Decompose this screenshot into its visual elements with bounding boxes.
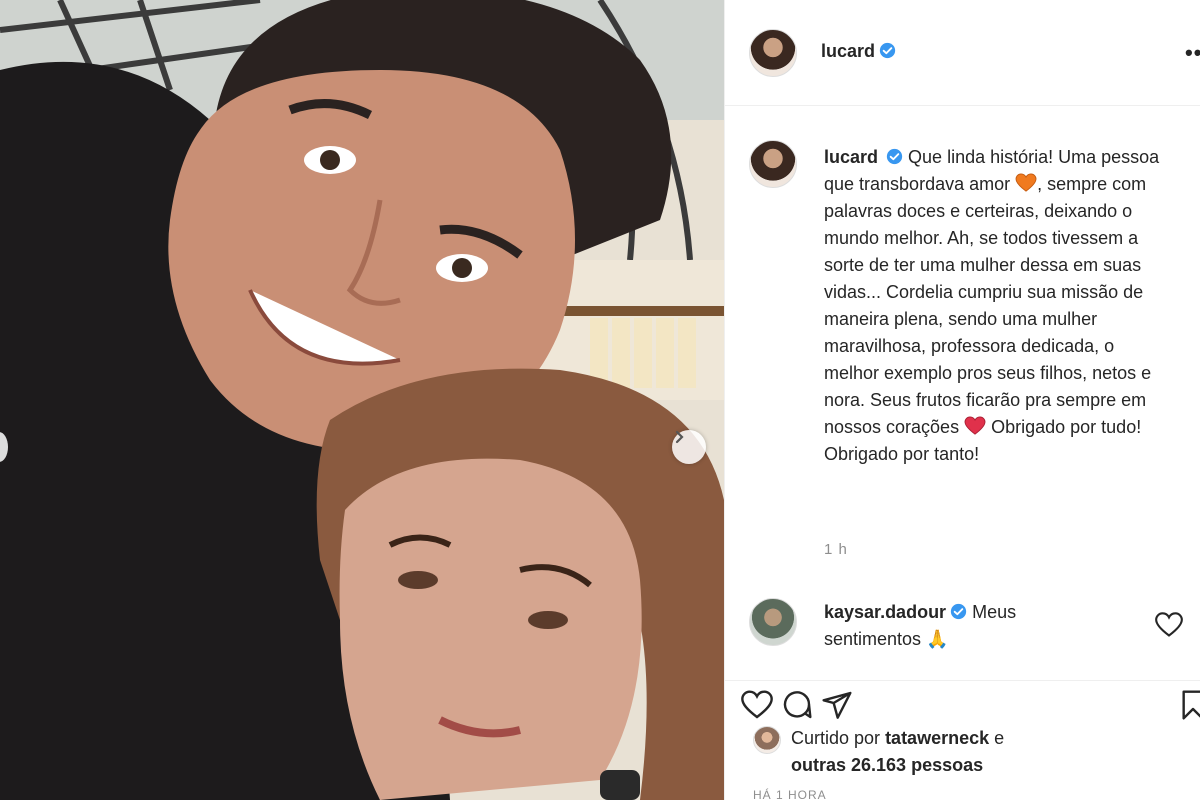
carousel-next-button[interactable] [672, 430, 706, 464]
likes-others-link[interactable]: outras 26.163 pessoas [791, 755, 983, 775]
posted-date[interactable]: HÁ 1 HORA [753, 788, 827, 800]
verified-badge-icon [879, 42, 896, 59]
pray-emoji-icon: 🙏 [926, 629, 949, 649]
comment-text: kaysar.dadour Meus sentimentos 🙏 [824, 599, 1104, 653]
liker-username[interactable]: tatawerneck [885, 728, 989, 748]
likes-line1: Curtido por tatawerneck e [791, 725, 1004, 752]
caption-author-avatar[interactable] [749, 140, 797, 188]
comment-icon[interactable] [781, 689, 813, 721]
send-icon[interactable] [821, 689, 853, 721]
post-header: lucard ••• [725, 0, 1200, 106]
author-avatar[interactable] [749, 29, 797, 77]
verified-badge-icon [886, 148, 903, 165]
caption-text-part2: , sempre com palavras doces e certeiras,… [824, 174, 1152, 437]
likes-conjunction: e [994, 728, 1005, 748]
bookmark-icon[interactable] [1177, 689, 1200, 721]
caption-username[interactable]: lucard [824, 147, 878, 167]
commenter-avatar[interactable] [749, 598, 797, 646]
post-actions-bar: Curtido por tatawerneck e outras 26.163 … [725, 680, 1200, 800]
comment-item: kaysar.dadour Meus sentimentos 🙏 [725, 596, 1200, 680]
post-side-panel: lucard ••• lucard Que linda história! Um… [724, 0, 1200, 800]
red-heart-icon [964, 416, 986, 435]
orange-heart-icon [1015, 173, 1037, 192]
post-photo[interactable] [0, 0, 724, 800]
liker-avatar[interactable] [753, 726, 781, 754]
caption-time-ago[interactable]: 1 h [824, 541, 848, 558]
likes-prefix: Curtido por [791, 728, 881, 748]
more-horizontal-icon[interactable]: ••• [1185, 40, 1200, 66]
verified-badge-icon [950, 603, 967, 620]
comment-username[interactable]: kaysar.dadour [824, 602, 946, 622]
author-username[interactable]: lucard [821, 41, 875, 61]
heart-icon[interactable] [1155, 612, 1183, 638]
heart-icon[interactable] [741, 689, 773, 721]
selfie-illustration [0, 0, 724, 800]
author-name-wrap: lucard [821, 41, 896, 62]
likes-line2: outras 26.163 pessoas [791, 752, 983, 779]
caption-text: lucard Que linda história! Uma pessoa qu… [824, 144, 1174, 468]
